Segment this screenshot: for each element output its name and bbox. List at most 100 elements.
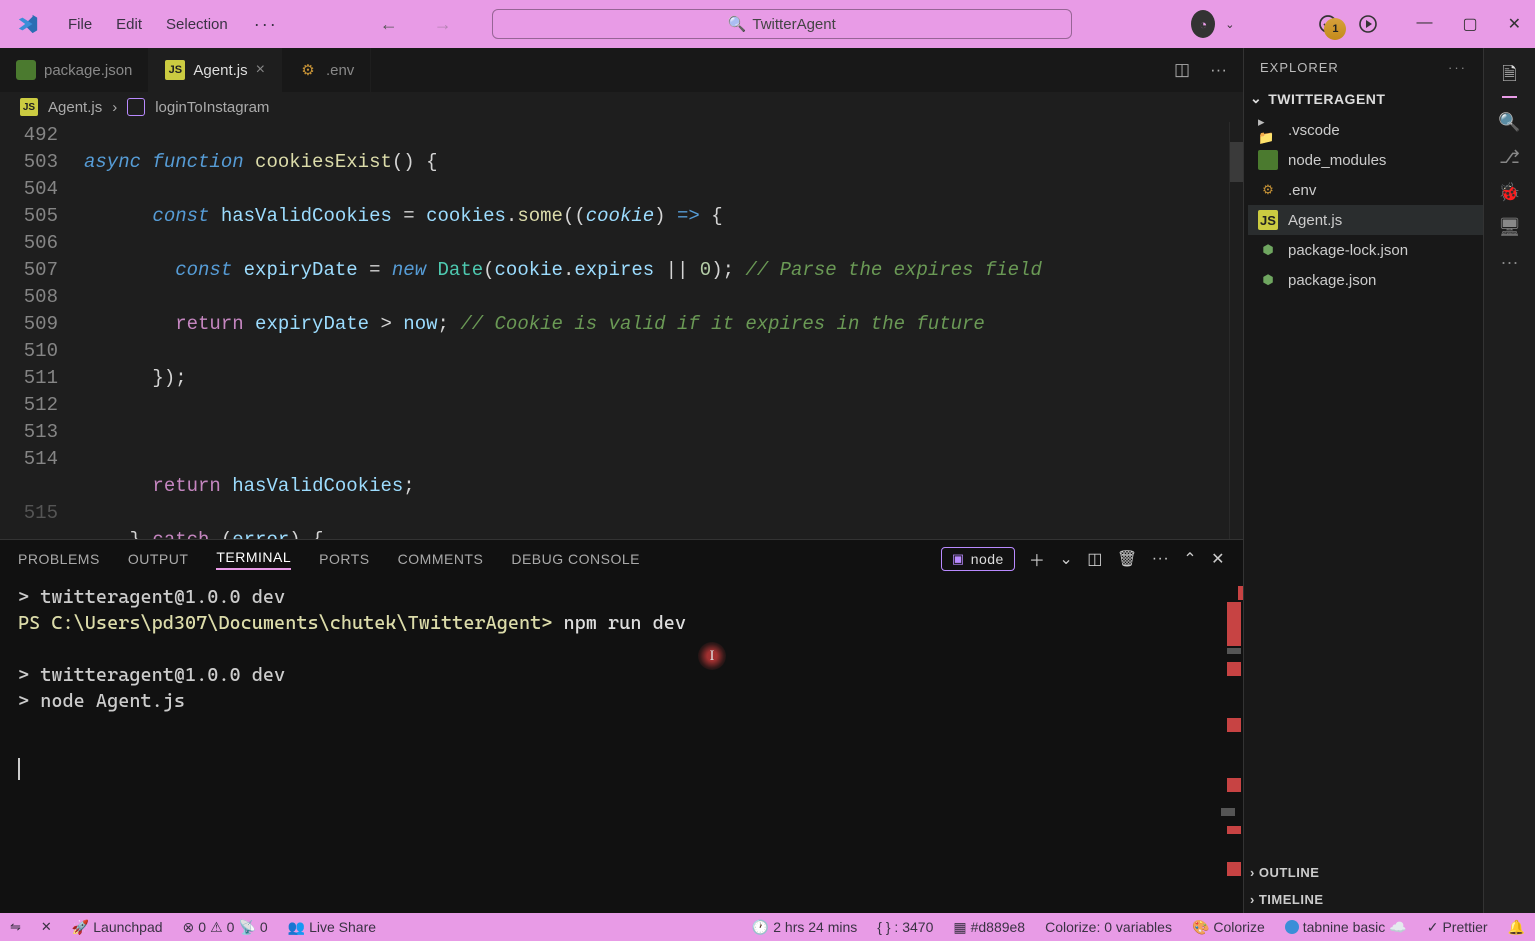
tab-agent-js[interactable]: JS Agent.js × [149, 48, 282, 92]
window-close-icon[interactable]: ✕ [1508, 14, 1521, 34]
explorer-project-header[interactable]: ⌄ TWITTERAGENT [1244, 86, 1483, 111]
breadcrumb-symbol[interactable]: loginToInstagram [155, 99, 269, 116]
menu-file[interactable]: File [58, 16, 102, 33]
new-terminal-icon[interactable]: ＋ [1029, 547, 1046, 571]
tree-item-agent-js[interactable]: JS Agent.js [1248, 205, 1483, 235]
file-tree: ▸📁 .vscode node_modules ⚙ .env JS Agent.… [1244, 111, 1483, 303]
explorer-project-name: TWITTERAGENT [1268, 91, 1385, 107]
timeline-section[interactable]: › TIMELINE [1244, 886, 1483, 913]
copilot-icon[interactable]: ◔ [1191, 12, 1215, 36]
minimap[interactable] [1229, 122, 1243, 539]
env-icon: ⚙ [298, 60, 318, 80]
panel-tab-terminal[interactable]: TERMINAL [216, 549, 291, 570]
panel-tab-debug[interactable]: DEBUG CONSOLE [511, 551, 640, 567]
notification-badge: 1 [1324, 18, 1346, 40]
remote-icon[interactable]: 🖥 [1498, 217, 1521, 238]
vscode-logo-icon [16, 12, 40, 36]
explorer-icon[interactable]: 🗎 [1502, 62, 1516, 98]
status-wakatime[interactable]: 🕐 2 hrs 24 mins [742, 919, 867, 936]
explorer-title: EXPLORER [1260, 60, 1339, 75]
split-terminal-icon[interactable]: ◫ [1087, 549, 1103, 569]
tab-label: .env [326, 62, 354, 79]
run-icon[interactable] [1356, 12, 1380, 36]
panel-more-icon[interactable]: ··· [1152, 550, 1169, 568]
terminal-line: > node Agent.js [18, 688, 1225, 714]
chevron-down-icon: ⌄ [1250, 90, 1262, 107]
window-minimize-icon[interactable]: — [1416, 14, 1432, 34]
code-editor[interactable]: 492 503 504 505 506 507 508 509 510 511 … [0, 122, 1243, 539]
menu-more-icon[interactable]: ··· [242, 14, 290, 35]
terminal-icon: ▣ [952, 551, 965, 567]
terminal-content[interactable]: > twitteragent@1.0.0 dev PS C:\Users\pd3… [0, 578, 1243, 913]
tab-env[interactable]: ⚙ .env [282, 48, 371, 92]
terminal-overview-ruler [1223, 578, 1243, 913]
chevron-right-icon: › [1250, 865, 1255, 880]
panel-tab-problems[interactable]: PROBLEMS [18, 551, 100, 567]
terminal-cursor [18, 758, 20, 780]
folder-icon [1258, 150, 1278, 170]
tree-item-package-json[interactable]: ⬢ package.json [1248, 265, 1483, 295]
nav-forward-icon[interactable]: → [434, 14, 452, 35]
tree-item-env[interactable]: ⚙ .env [1248, 175, 1483, 205]
tree-item-vscode[interactable]: ▸📁 .vscode [1248, 115, 1483, 145]
status-bell-icon[interactable]: 🔔 [1498, 919, 1535, 936]
window-maximize-icon[interactable]: ▢ [1462, 14, 1477, 34]
terminal-line: > twitteragent@1.0.0 dev [18, 584, 1225, 610]
nav-back-icon[interactable]: ← [380, 14, 398, 35]
tab-close-icon[interactable]: × [256, 61, 265, 79]
panel-tab-comments[interactable]: COMMENTS [398, 551, 484, 567]
breadcrumb[interactable]: JS Agent.js › loginToInstagram [0, 92, 1243, 122]
npm-icon [16, 60, 36, 80]
panel-maximize-icon[interactable]: ⌃ [1183, 549, 1197, 569]
more-icon[interactable]: ··· [1501, 252, 1519, 273]
command-center-label: TwitterAgent [752, 16, 835, 33]
panel-close-icon[interactable]: ✕ [1211, 549, 1225, 569]
status-colorize[interactable]: 🎨 Colorize [1182, 919, 1275, 936]
terminal-line: > twitteragent@1.0.0 dev [18, 662, 1225, 688]
status-prettier[interactable]: ✓ Prettier [1417, 919, 1498, 936]
tab-package-json[interactable]: package.json [0, 48, 149, 92]
cloud-icon: ☁️ [1389, 919, 1406, 936]
command-center-search[interactable]: 🔍 TwitterAgent [492, 9, 1072, 39]
terminal-name: node [971, 551, 1004, 567]
status-selection[interactable]: { } : 3470 [867, 919, 943, 935]
tree-item-node-modules[interactable]: node_modules [1248, 145, 1483, 175]
status-launchpad[interactable]: 🚀 Launchpad [62, 919, 173, 936]
breadcrumb-file[interactable]: Agent.js [48, 99, 102, 116]
npm-icon: ⬢ [1258, 270, 1278, 290]
split-editor-icon[interactable]: ◫ [1174, 60, 1190, 80]
editor-tab-bar: package.json JS Agent.js × ⚙ .env ◫ ··· [0, 48, 1243, 92]
source-control-icon[interactable]: ⎇ [1499, 147, 1520, 168]
npm-icon: ⬢ [1258, 240, 1278, 260]
menu-selection[interactable]: Selection [156, 16, 238, 33]
kill-terminal-icon[interactable]: 🗑 [1117, 549, 1138, 569]
panel-tab-output[interactable]: OUTPUT [128, 551, 189, 567]
chevron-right-icon: › [1250, 892, 1255, 907]
env-icon: ⚙ [1258, 180, 1278, 200]
explorer-panel: EXPLORER ··· ⌄ TWITTERAGENT ▸📁 .vscode n… [1243, 48, 1483, 913]
code-content[interactable]: async function cookiesExist() { const ha… [84, 122, 1229, 539]
activity-bar-right: 🗎 🔍 ⎇ 🐞 🖥 ··· [1483, 48, 1535, 913]
terminal-dropdown-icon[interactable]: ⌄ [1059, 549, 1073, 569]
breadcrumb-separator-icon: › [112, 99, 117, 116]
remote-indicator[interactable]: ⇋ [0, 919, 31, 935]
extensions-update-icon[interactable]: 1 [1316, 12, 1340, 36]
tab-label: package.json [44, 62, 132, 79]
status-tabnine[interactable]: tabnine basic ☁️ [1275, 919, 1417, 936]
status-colorize-vars[interactable]: Colorize: 0 variables [1035, 919, 1182, 935]
editor-more-icon[interactable]: ··· [1210, 60, 1227, 80]
search-icon[interactable]: 🔍 [1498, 112, 1520, 133]
debug-icon[interactable]: 🐞 [1498, 182, 1520, 203]
menu-edit[interactable]: Edit [106, 16, 152, 33]
explorer-more-icon[interactable]: ··· [1448, 60, 1467, 75]
js-icon: JS [1258, 210, 1278, 230]
status-notifications-icon[interactable]: ✕ [31, 919, 62, 935]
status-color[interactable]: ▦ #d889e8 [943, 919, 1035, 936]
status-problems[interactable]: ⊗0 ⚠0 📡0 [173, 919, 278, 936]
copilot-chevron-icon[interactable]: ⌄ [1225, 18, 1234, 31]
panel-tab-ports[interactable]: PORTS [319, 551, 369, 567]
outline-section[interactable]: › OUTLINE [1244, 859, 1483, 886]
status-liveshare[interactable]: 👥 Live Share [278, 919, 386, 936]
terminal-instance[interactable]: ▣ node [941, 547, 1015, 571]
tree-item-package-lock[interactable]: ⬢ package-lock.json [1248, 235, 1483, 265]
